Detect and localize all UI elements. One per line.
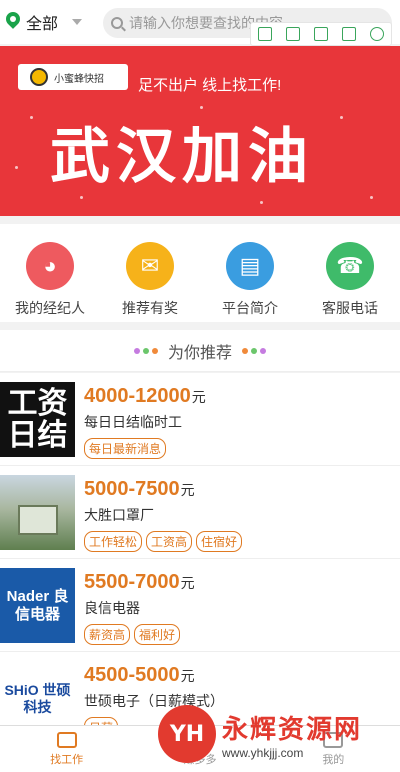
settings-icon[interactable]	[370, 27, 384, 41]
nav-label: 我的经纪人	[15, 300, 85, 316]
job-item[interactable]: 5000-7500元 大胜口罩厂 工作轻松 工资高 住宿好	[0, 466, 400, 559]
location-pin-icon	[6, 12, 20, 32]
job-logo: Nader 良信电器	[0, 568, 75, 643]
job-tag: 日薪	[84, 717, 119, 725]
job-logo-text: SHiO 世硕科技	[4, 681, 71, 715]
job-logo: SHiO 世硕科技	[0, 661, 75, 725]
watermark-logo-icon: YH	[158, 705, 216, 763]
job-list: 工资日结 4000-12000元 每日日结临时工 每日最新消息 5000-750…	[0, 373, 400, 725]
briefcase-icon	[56, 731, 77, 748]
nav-label: 客服电话	[322, 300, 378, 316]
search-icon	[111, 17, 123, 29]
job-item[interactable]: 工资日结 4000-12000元 每日日结临时工 每日最新消息	[0, 373, 400, 466]
save-icon[interactable]	[314, 27, 328, 41]
tab-label: 找工作	[50, 753, 84, 766]
job-logo-text: Nader 良信电器	[6, 587, 69, 623]
job-tag: 薪资高	[84, 624, 131, 645]
expand-icon[interactable]	[286, 27, 300, 41]
headset-icon: ◕	[26, 242, 74, 290]
job-tags: 工作轻松 工资高 住宿好	[84, 531, 243, 552]
site-watermark: YH 永辉资源网 www.yhkjjj.com	[158, 700, 398, 768]
snow-dot	[15, 166, 18, 169]
job-tag: 住宿好	[196, 531, 243, 552]
job-tag: 福利好	[134, 624, 181, 645]
location-selector[interactable]: 全部	[6, 10, 83, 34]
share-icon[interactable]	[342, 27, 356, 41]
brand-logo: 小蜜蜂快招	[18, 64, 128, 90]
job-logo: 工资日结	[0, 382, 75, 457]
recommend-title: 为你推荐	[167, 344, 232, 362]
quick-nav: ◕ 我的经纪人 ✉ 推荐有奖 ▤ 平台简介 ☎ 客服电话	[0, 224, 400, 322]
snow-dot	[80, 196, 83, 199]
nav-platform-intro[interactable]: ▤ 平台简介	[200, 224, 300, 322]
job-tag: 每日最新消息	[84, 438, 167, 459]
floating-toolbar	[250, 22, 392, 46]
watermark-title: 永辉资源网	[222, 713, 363, 744]
chevron-down-icon	[72, 19, 83, 25]
location-label: 全部	[26, 16, 59, 33]
job-salary: 5500-7000元	[84, 571, 195, 593]
bee-logo-icon	[30, 68, 48, 86]
nav-my-agent[interactable]: ◕ 我的经纪人	[0, 224, 100, 322]
phone-icon: ☎	[326, 242, 374, 290]
promo-banner[interactable]: 小蜜蜂快招 足不出户 线上找工作! 武汉加油	[0, 46, 400, 216]
job-company: 每日日结临时工	[84, 414, 182, 430]
snow-dot	[370, 196, 373, 199]
nav-label: 平台简介	[222, 300, 278, 316]
job-photo	[0, 475, 75, 550]
snow-dot	[340, 116, 343, 119]
decor-dots	[242, 347, 266, 354]
job-salary: 4000-12000元	[84, 385, 206, 407]
job-tag: 工资高	[146, 531, 193, 552]
job-tag: 工作轻松	[84, 531, 143, 552]
tab-find-job[interactable]: 找工作	[0, 726, 133, 772]
brand-name: 小蜜蜂快招	[54, 73, 104, 85]
nav-label: 推荐有奖	[122, 300, 178, 316]
job-salary: 4500-5000元	[84, 664, 195, 686]
job-company: 良信电器	[84, 600, 140, 616]
nav-customer-service[interactable]: ☎ 客服电话	[300, 224, 400, 322]
job-tags: 薪资高 福利好	[84, 624, 195, 645]
job-item[interactable]: Nader 良信电器 5500-7000元 良信电器 薪资高 福利好	[0, 559, 400, 652]
job-company: 大胜口罩厂	[84, 507, 154, 523]
snow-dot	[200, 106, 203, 109]
decor-dots	[133, 347, 158, 354]
banner-headline: 武汉加油	[50, 122, 314, 192]
watermark-url: www.yhkjjj.com	[222, 745, 304, 760]
job-logo-text: 工资日结	[7, 386, 68, 452]
snow-dot	[30, 116, 33, 119]
copy-icon[interactable]	[258, 27, 272, 41]
job-tags: 每日最新消息	[84, 438, 206, 459]
banner-slogan: 足不出户 线上找工作!	[138, 77, 282, 94]
recommend-header: 为你推荐	[0, 330, 400, 372]
snow-dot	[260, 201, 263, 204]
gift-icon: ✉	[126, 242, 174, 290]
card-icon: ▤	[226, 242, 274, 290]
nav-referral[interactable]: ✉ 推荐有奖	[100, 224, 200, 322]
building-image	[17, 504, 58, 535]
job-salary: 5000-7500元	[84, 478, 195, 500]
